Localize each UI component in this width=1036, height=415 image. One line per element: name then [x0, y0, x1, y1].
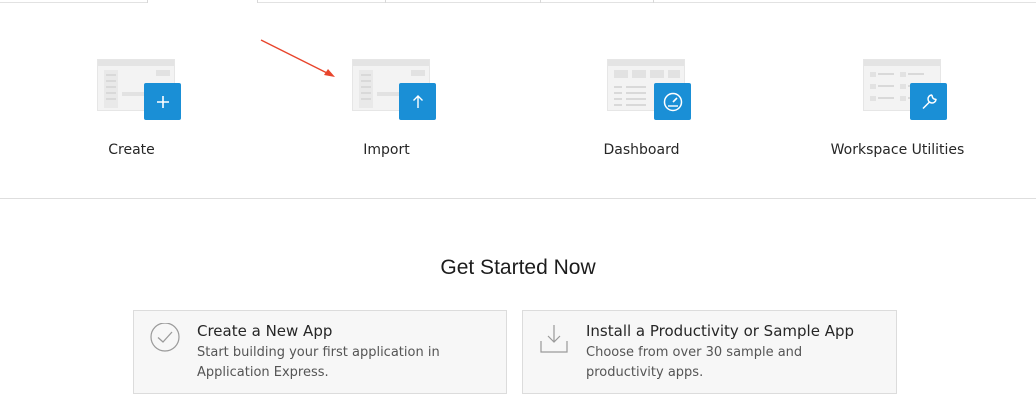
annotation-arrow-icon: [260, 39, 335, 77]
upload-arrow-icon: [399, 83, 436, 120]
card-description: Start building your first application in…: [197, 345, 440, 380]
home-tiles: Create Import Dashboard Workspace Utilit…: [0, 3, 1036, 198]
plus-icon: [144, 83, 181, 120]
card-title: Create a New App: [197, 322, 333, 340]
tile-create[interactable]: Create: [4, 3, 259, 198]
tile-label: Create: [108, 142, 155, 158]
tile-label: Dashboard: [603, 142, 680, 158]
card-title: Install a Productivity or Sample App: [586, 322, 855, 340]
tile-import[interactable]: Import: [259, 3, 514, 198]
download-tray-icon: [540, 325, 568, 353]
wrench-icon: [910, 83, 947, 120]
workspace-utilities-illustration: [853, 57, 947, 123]
card-description: Choose from over 30 sample and productiv…: [586, 345, 803, 380]
check-circle-icon: [150, 323, 180, 352]
create-new-app-card[interactable]: Create a New App Start building your fir…: [133, 310, 507, 394]
tile-workspace-utilities[interactable]: Workspace Utilities: [770, 3, 1025, 198]
section-divider: [0, 198, 1036, 199]
page: Create Import Dashboard Workspace Utilit…: [0, 0, 1036, 415]
tile-label: Workspace Utilities: [830, 142, 965, 158]
dashboard-illustration: [597, 57, 691, 123]
tile-label: Import: [363, 142, 410, 158]
create-illustration: [87, 57, 181, 123]
get-started-heading: Get Started Now: [440, 256, 596, 279]
speedometer-icon: [654, 83, 691, 120]
import-illustration: [342, 57, 436, 123]
tile-dashboard[interactable]: Dashboard: [514, 3, 769, 198]
install-sample-app-card[interactable]: Install a Productivity or Sample App Cho…: [522, 310, 897, 394]
